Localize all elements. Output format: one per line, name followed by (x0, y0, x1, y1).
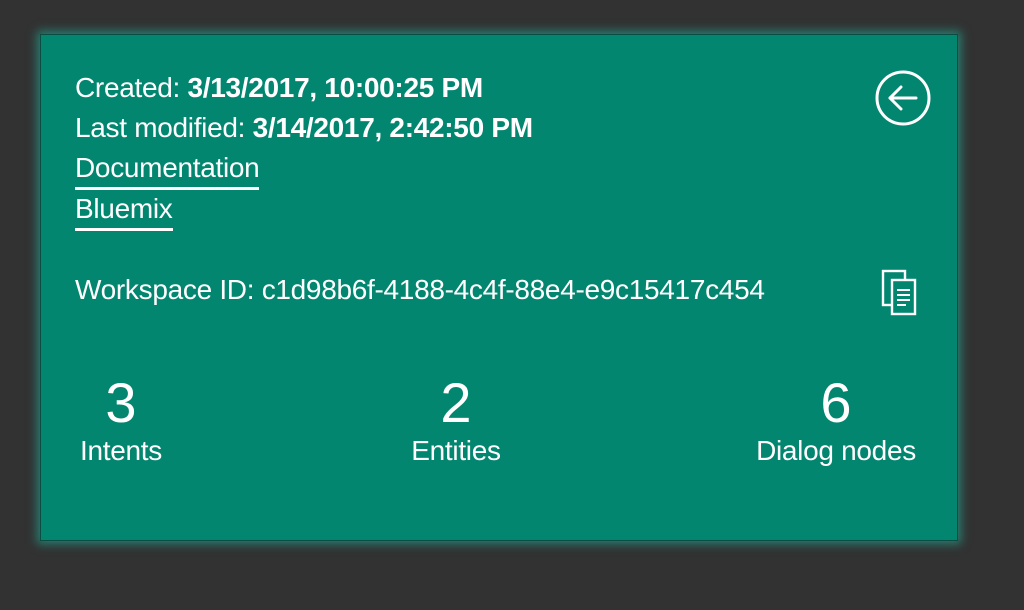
last-modified-value: 3/14/2017, 2:42:50 PM (252, 112, 533, 143)
created-value: 3/13/2017, 10:00:25 PM (187, 72, 483, 103)
entities-count: 2 (440, 371, 472, 434)
last-modified-label: Last modified: (75, 112, 253, 143)
created-label: Created: (75, 72, 188, 103)
intents-label: Intents (80, 435, 162, 466)
created-line: Created: 3/13/2017, 10:00:25 PM (75, 72, 483, 104)
back-arrow-icon (875, 70, 931, 126)
entities-label: Entities (411, 435, 501, 466)
workspace-id-value: c1d98b6f-4188-4c4f-88e4-e9c15417c454 (261, 274, 765, 305)
last-modified-line: Last modified: 3/14/2017, 2:42:50 PM (75, 112, 533, 144)
bluemix-link[interactable]: Bluemix (75, 193, 173, 231)
entities-stat[interactable]: 2 Entities (405, 373, 507, 467)
dialog-nodes-count: 6 (820, 371, 852, 434)
workspace-id-label: Workspace ID: (75, 274, 262, 305)
copy-workspace-id-button[interactable] (881, 269, 919, 317)
workspace-details-card: Created: 3/13/2017, 10:00:25 PM Last mod… (40, 34, 958, 541)
intents-count: 3 (105, 371, 137, 434)
workspace-id-line: Workspace ID: c1d98b6f-4188-4c4f-88e4-e9… (75, 274, 765, 306)
copy-icon (881, 269, 917, 316)
intents-stat[interactable]: 3 Intents (75, 373, 167, 467)
back-button[interactable] (875, 70, 931, 126)
dialog-nodes-stat[interactable]: 6 Dialog nodes (745, 373, 927, 467)
dialog-nodes-label: Dialog nodes (756, 435, 916, 466)
documentation-link[interactable]: Documentation (75, 152, 260, 190)
